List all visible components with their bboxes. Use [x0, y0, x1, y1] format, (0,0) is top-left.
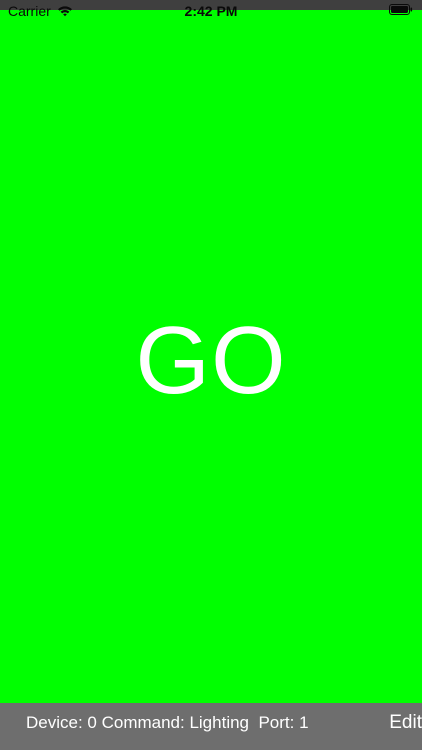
status-panel: GO	[0, 10, 422, 703]
status-time: 2:42 PM	[184, 3, 238, 19]
status-bar: Carrier 2:42 PM	[0, 0, 422, 22]
bottom-toolbar: Device: 0 Command: Lighting Port: 1 Edit	[0, 703, 422, 750]
battery-icon	[389, 4, 413, 15]
go-label: GO	[135, 307, 287, 414]
device-info-label: Device: 0 Command: Lighting Port: 1	[26, 713, 309, 732]
edit-button[interactable]: Edit	[389, 712, 422, 734]
